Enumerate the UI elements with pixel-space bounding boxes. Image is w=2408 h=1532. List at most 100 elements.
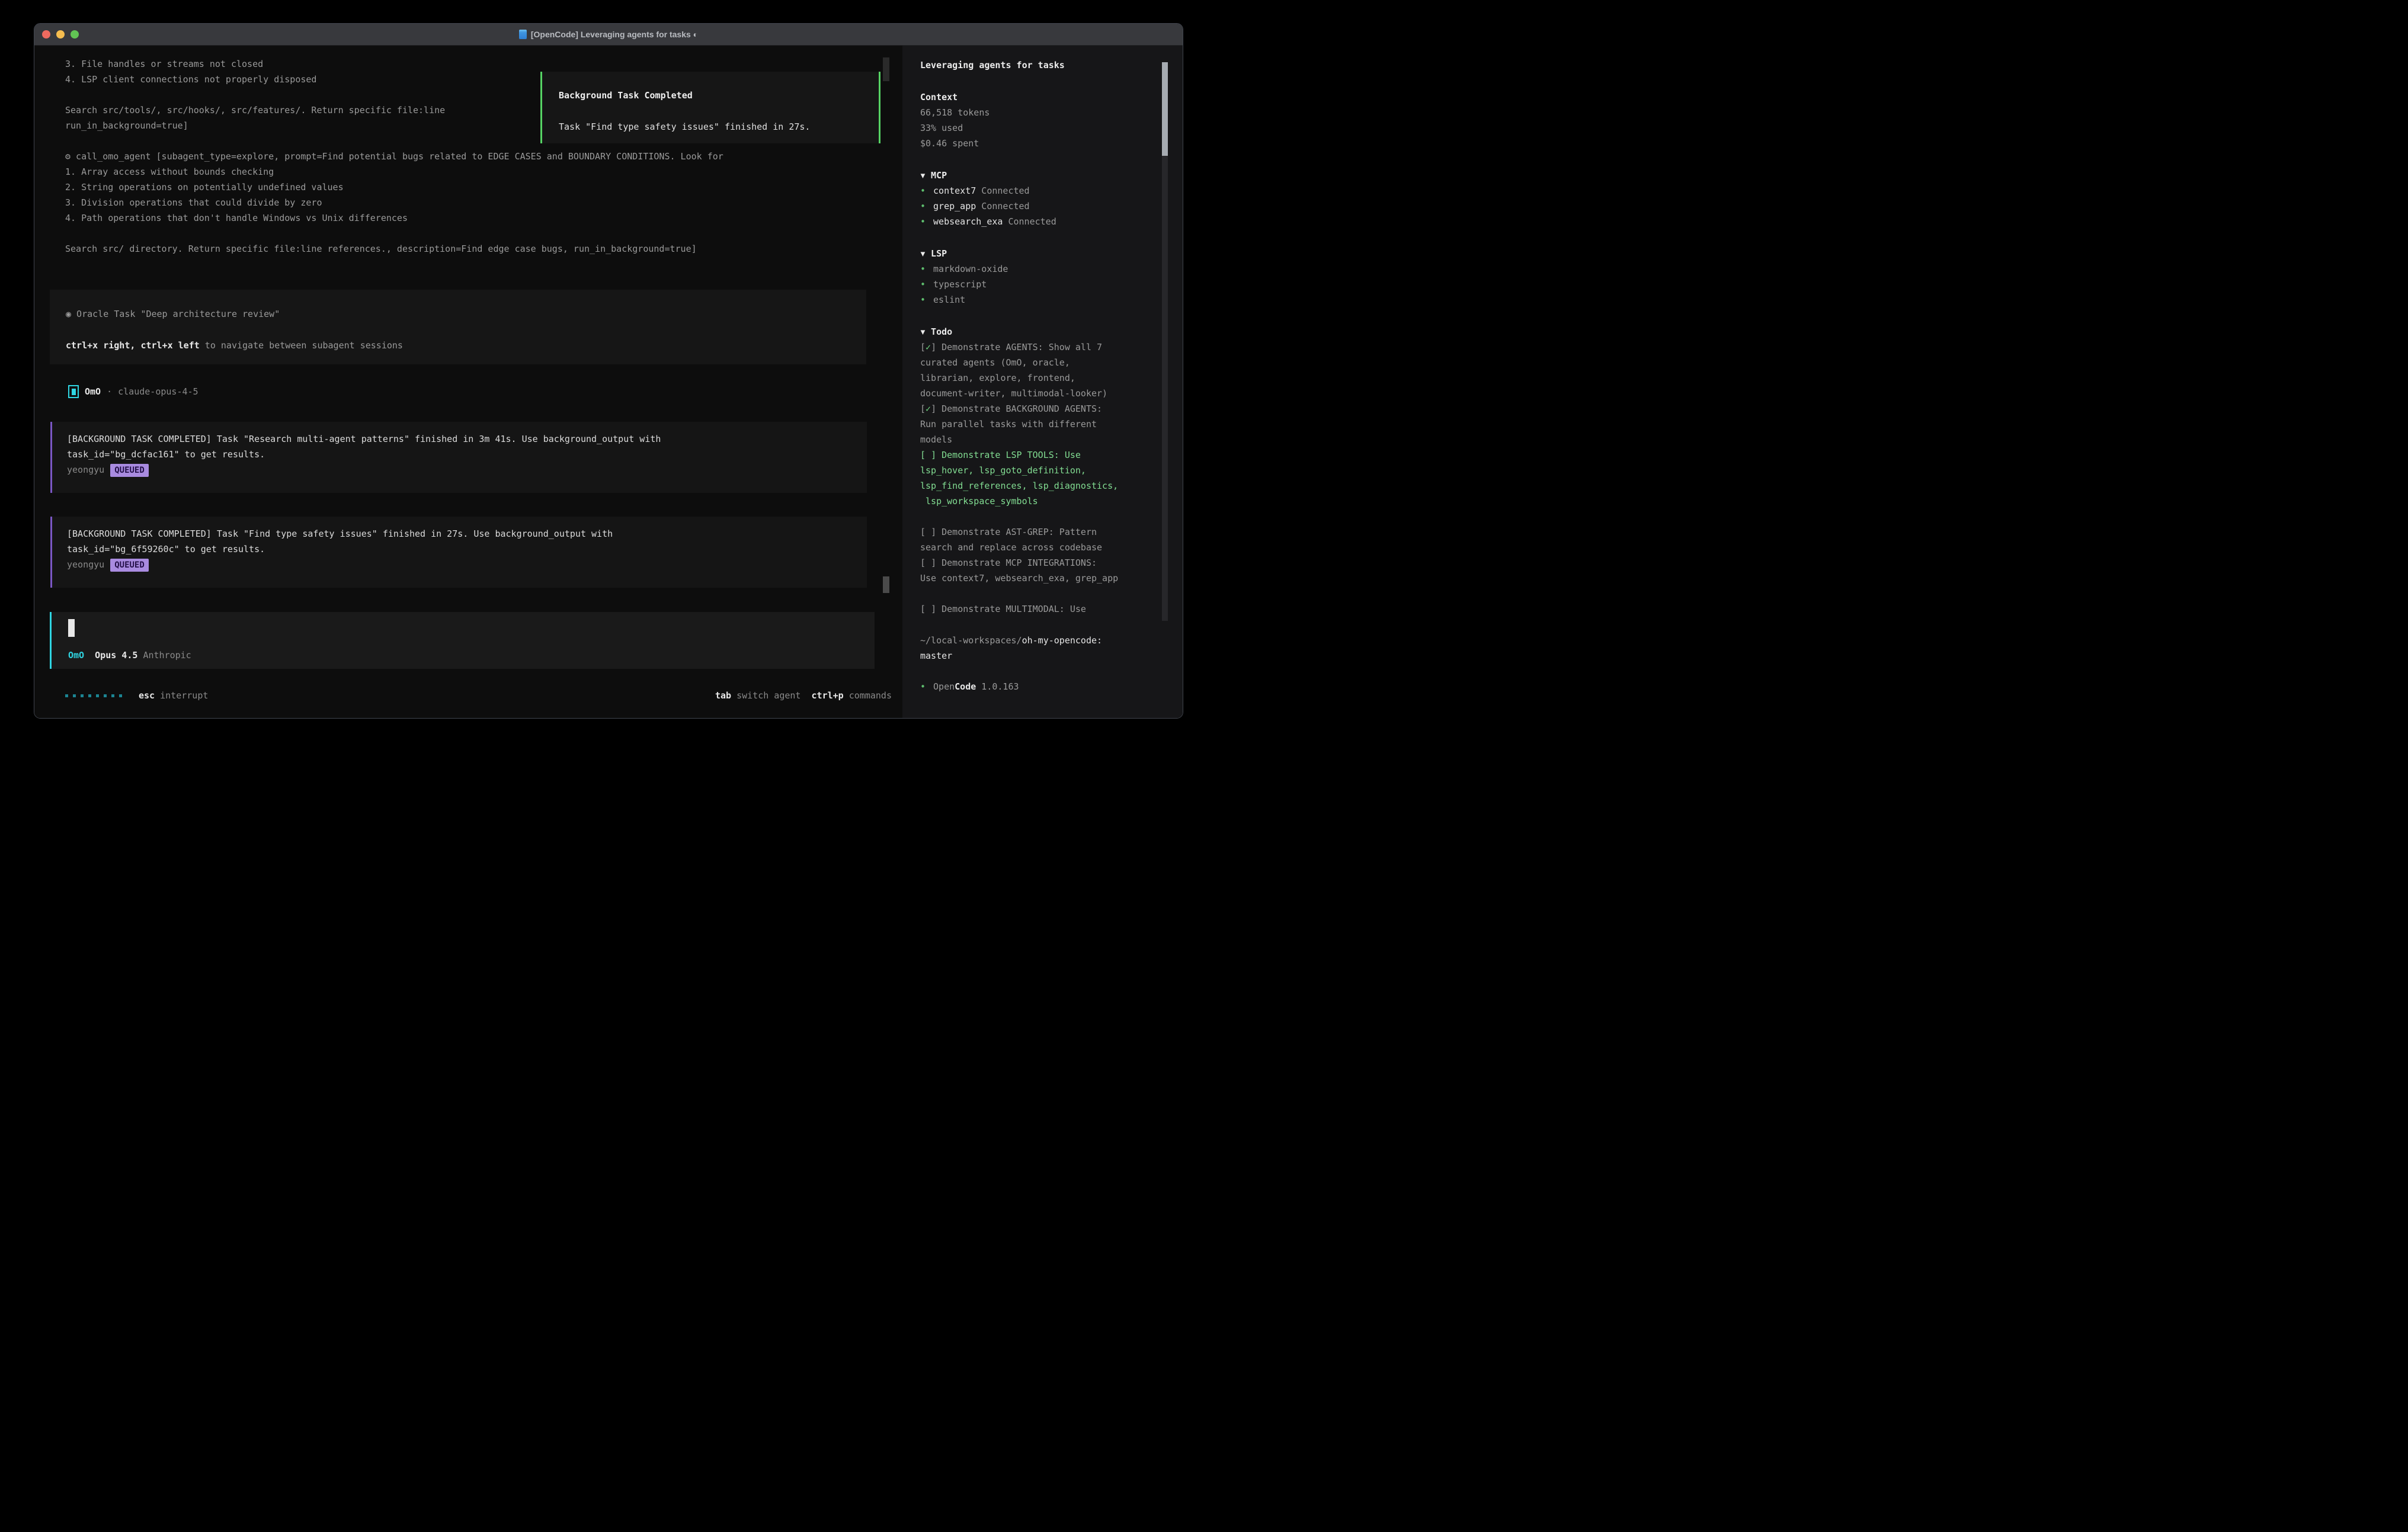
task-line: [BACKGROUND TASK COMPLETED] Task "Find t… [67, 526, 867, 541]
lsp-item: •typescript [920, 277, 1159, 292]
tool-call-item: 4. Path operations that don't handle Win… [65, 210, 879, 226]
todo-first-line: [ ] Demonstrate MULTIMODAL: Use [920, 601, 1159, 617]
checkbox-empty [926, 557, 931, 568]
checkbox-empty [926, 604, 931, 614]
spacer [84, 648, 95, 663]
todo-heading-label: Todo [926, 326, 952, 337]
app-name-light: Open [933, 681, 955, 692]
author-name: yeongyu [67, 464, 104, 475]
app-version: 1.0.163 [976, 681, 1019, 692]
terminal-window: [OpenCode] Leveraging agents for tasks ◐… [34, 23, 1183, 719]
toast-body: Task "Find type safety issues" finished … [559, 119, 879, 134]
todo-text: document-writer, multimodal-looker) [920, 386, 1159, 401]
oracle-task-line: ◉ Oracle Task "Deep architecture review" [66, 306, 866, 322]
todo-heading[interactable]: ▼ Todo [920, 324, 1159, 339]
checkbox-empty [926, 450, 931, 460]
status-bar: esc interrupt tab switch agent ctrl+p co… [65, 688, 892, 703]
status-dot-icon: • [920, 294, 926, 305]
todo-text: lsp_hover, lsp_goto_definition, [920, 463, 1159, 478]
queued-badge: QUEUED [110, 559, 149, 572]
status-dot-icon: • [920, 201, 926, 211]
context-tokens: 66,518 tokens [920, 105, 1159, 120]
checkbox-bracket: [ [920, 557, 926, 568]
todo-first-line: [ ] Demonstrate LSP TOOLS: Use [920, 447, 1159, 463]
task-line: task_id="bg_dcfac161" to get results. [67, 447, 867, 462]
checkbox-bracket: ] [931, 403, 936, 414]
minimize-button[interactable] [56, 30, 65, 39]
input-provider-name: Anthropic [143, 648, 191, 663]
app-name-bold: Code [955, 681, 976, 692]
todo-text: librarian, explore, frontend, [920, 370, 1159, 386]
scrollbar-track[interactable] [1162, 62, 1168, 621]
navigation-hint: ctrl+x right, ctrl+x left to navigate be… [66, 338, 866, 353]
background-task-toast: Background Task Completed Task "Find typ… [540, 72, 880, 143]
zoom-button[interactable] [71, 30, 79, 39]
background-task-message: [BACKGROUND TASK COMPLETED] Task "Find t… [50, 517, 867, 588]
mcp-name: websearch_exa [933, 216, 1003, 227]
checkmark-icon: ✓ [926, 342, 931, 352]
task-line: [BACKGROUND TASK COMPLETED] Task "Resear… [67, 431, 867, 447]
todo-item-active: [ ] Demonstrate LSP TOOLS: Use lsp_hover… [920, 447, 1159, 509]
checkbox-bracket: [ [920, 527, 926, 537]
checkmark-icon: ✓ [926, 403, 931, 414]
checkbox-bracket: ] [931, 604, 936, 614]
background-task-message: [BACKGROUND TASK COMPLETED] Task "Resear… [50, 422, 867, 493]
checkbox-bracket: [ [920, 403, 926, 414]
queued-badge: QUEUED [110, 464, 149, 477]
scrollbar-thumb[interactable] [1162, 62, 1168, 156]
tool-call-text: call_omo_agent [subagent_type=explore, p… [71, 151, 723, 162]
todo-first-line: [✓] Demonstrate AGENTS: Show all 7 [920, 339, 1159, 355]
mcp-status: Connected [976, 185, 1029, 196]
todo-first-line: [✓] Demonstrate BACKGROUND AGENTS: [920, 401, 1159, 416]
todo-text: lsp_find_references, lsp_diagnostics, [920, 478, 1159, 493]
window-title: [OpenCode] Leveraging agents for tasks ◐ [531, 30, 698, 39]
spacer [800, 688, 811, 703]
task-line: task_id="bg_6f59260c" to get results. [67, 541, 867, 557]
agent-cursor-icon [68, 385, 79, 398]
agent-model: claude-opus-4-5 [118, 386, 198, 397]
close-button[interactable] [42, 30, 50, 39]
author-name: yeongyu [67, 559, 104, 570]
hint-separator: , [130, 340, 140, 351]
prompt-input[interactable]: OmO Opus 4.5 Anthropic [50, 612, 875, 669]
titlebar[interactable]: [OpenCode] Leveraging agents for tasks ◐ [34, 24, 1183, 46]
checkbox-empty [926, 527, 931, 537]
task-meta: yeongyu QUEUED [67, 557, 867, 572]
lsp-item: •eslint [920, 292, 1159, 307]
todo-first-line: [ ] Demonstrate MCP INTEGRATIONS: [920, 555, 1159, 571]
window-title-wrap: [OpenCode] Leveraging agents for tasks ◐ [519, 30, 698, 39]
collapse-triangle-icon: ▼ [921, 247, 926, 260]
checkbox-bracket: [ [920, 604, 926, 614]
input-agent-name: OmO [68, 648, 84, 663]
context-spent: $0.46 spent [920, 136, 1159, 151]
scrollbar-thumb[interactable] [883, 57, 889, 81]
document-icon [519, 30, 527, 39]
gear-icon: ⚙ [65, 151, 71, 162]
todo-text: Demonstrate LSP TOOLS: Use [936, 450, 1081, 460]
todo-item-pending: [ ] Demonstrate MCP INTEGRATIONS: Use co… [920, 555, 1159, 586]
todo-text: Demonstrate BACKGROUND AGENTS: [936, 403, 1102, 414]
todo-text: search and replace across codebase [920, 540, 1159, 555]
spinner-dots-icon [65, 694, 122, 697]
context-used: 33% used [920, 120, 1159, 136]
todo-text: Demonstrate MCP INTEGRATIONS: [936, 557, 1097, 568]
chat-transcript: 3. File handles or streams not closed 4.… [34, 46, 902, 719]
tab-key: tab [715, 688, 731, 703]
todo-text: models [920, 432, 1159, 447]
mcp-heading-label: MCP [926, 170, 947, 181]
ctrlp-label: commands [844, 688, 892, 703]
checkbox-bracket: ] [931, 342, 936, 352]
mcp-name: grep_app [933, 201, 976, 211]
transcript-line: 3. File handles or streams not closed [65, 56, 879, 72]
todo-item-pending: [ ] Demonstrate MULTIMODAL: Use [920, 601, 1159, 617]
scrollbar-thumb[interactable] [883, 576, 889, 593]
ctrlp-key: ctrl+p [812, 688, 844, 703]
lsp-heading[interactable]: ▼ LSP [920, 246, 1159, 261]
keybind-hints: tab switch agent ctrl+p commands [715, 688, 892, 703]
mcp-item: •grep_app Connected [920, 198, 1159, 214]
mcp-heading[interactable]: ▼ MCP [920, 168, 1159, 183]
checkbox-bracket: [ [920, 450, 926, 460]
checkbox-bracket: ] [931, 527, 936, 537]
mcp-item: •websearch_exa Connected [920, 214, 1159, 229]
hint-key-left: ctrl+x left [140, 340, 199, 351]
